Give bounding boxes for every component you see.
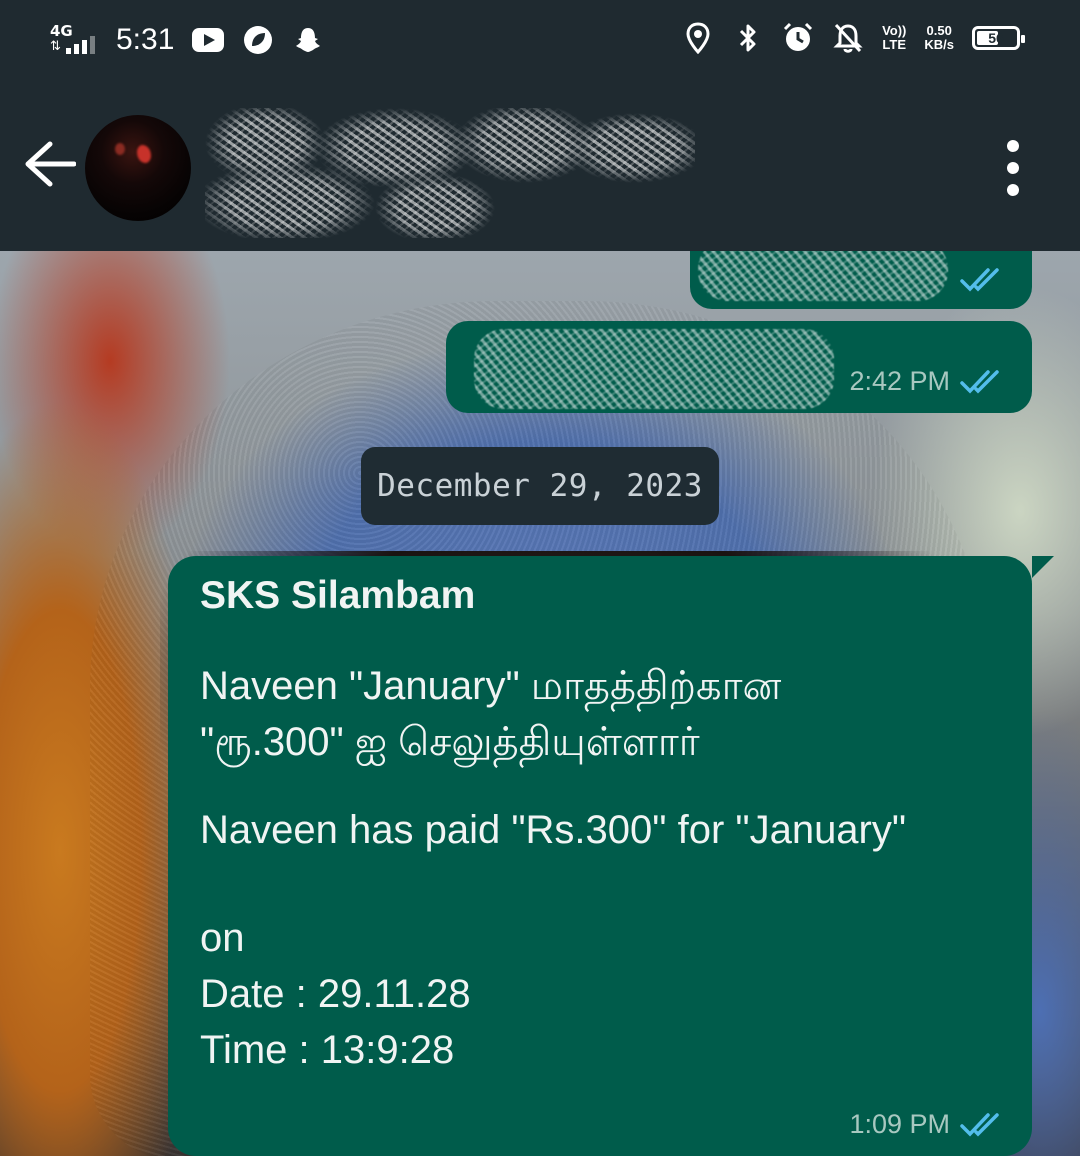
battery-percent: 56 <box>988 30 1004 46</box>
contact-avatar[interactable] <box>85 115 191 221</box>
notifications-off-icon <box>832 22 864 54</box>
network-signal-icon: 4G ⇅ <box>50 20 98 60</box>
message-line-on: on <box>200 916 245 960</box>
alarm-icon <box>782 22 814 54</box>
message-body: SKS Silambam Naveen "January" மாதத்திற்க… <box>200 574 992 1078</box>
location-icon <box>682 22 714 54</box>
outgoing-message[interactable]: 2:42 PM <box>446 321 1032 413</box>
read-ticks-icon <box>960 369 1008 395</box>
message-meta <box>960 267 1008 293</box>
signal-bars <box>66 36 95 54</box>
back-arrow-icon <box>25 141 76 187</box>
status-bar-right: Vo)) LTE 0.50 KB/s 56 <box>682 22 1025 54</box>
message-line-english: Naveen has paid "Rs.300" for "January" <box>200 808 907 852</box>
message-meta: 2:42 PM <box>849 366 1008 397</box>
outgoing-message[interactable] <box>690 251 1032 309</box>
read-ticks-icon <box>960 267 1008 293</box>
speed-value: 0.50 <box>926 23 952 38</box>
dot-icon <box>1007 184 1019 196</box>
volte-bottom: LTE <box>882 37 907 52</box>
message-sender: SKS Silambam <box>200 574 476 617</box>
data-arrows-icon: ⇅ <box>50 39 61 54</box>
redacted-text <box>698 251 948 301</box>
network-speed: 0.50 KB/s <box>924 24 954 52</box>
message-line-tamil-2: "ரூ.300" ஐ செலுத்தியுள்ளார் <box>200 720 700 764</box>
chat-header <box>0 88 1080 251</box>
snapchat-icon <box>292 24 324 56</box>
bluetooth-icon <box>732 22 764 54</box>
contact-name-redacted[interactable] <box>205 108 695 238</box>
volte-top: Vo)) <box>882 23 907 38</box>
dot-icon <box>1007 162 1019 174</box>
read-ticks-icon <box>960 1112 1008 1138</box>
date-separator: December 29, 2023 <box>361 447 719 525</box>
message-time: 1:09 PM <box>849 1109 950 1139</box>
message-time: 2:42 PM <box>849 366 950 396</box>
status-bar: 4G ⇅ 5:31 Vo)) LTE 0.50 KB/s 56 <box>0 0 1080 88</box>
leaf-app-icon <box>242 24 274 56</box>
youtube-icon <box>192 24 225 56</box>
chat-area[interactable]: 2:42 PM December 29, 2023 SKS Silambam N… <box>0 251 1080 1156</box>
status-clock: 5:31 <box>116 23 175 56</box>
more-options-button[interactable] <box>998 140 1028 196</box>
message-line-tamil-1: Naveen "January" மாதத்திற்கான <box>200 664 782 708</box>
message-line-date: Date : 29.11.28 <box>200 972 471 1016</box>
message-meta: 1:09 PM <box>849 1109 1008 1140</box>
volte-indicator: Vo)) LTE <box>882 24 906 52</box>
battery-icon: 56 <box>972 26 1025 50</box>
dot-icon <box>1007 140 1019 152</box>
redacted-text <box>474 329 834 409</box>
message-line-time: Time : 13:9:28 <box>200 1028 455 1072</box>
speed-unit: KB/s <box>924 37 954 52</box>
status-bar-left: 4G ⇅ 5:31 <box>50 20 324 60</box>
back-button[interactable] <box>22 136 78 192</box>
outgoing-message[interactable]: SKS Silambam Naveen "January" மாதத்திற்க… <box>168 556 1054 1156</box>
